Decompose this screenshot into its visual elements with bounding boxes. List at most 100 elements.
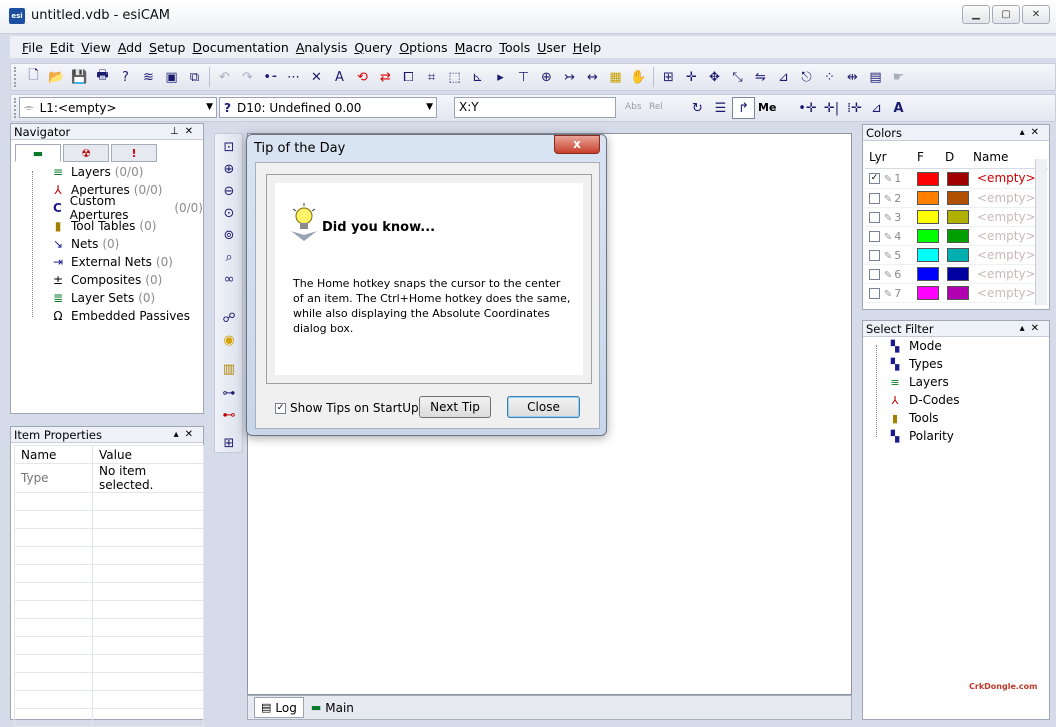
print-icon[interactable]: 🖶 bbox=[91, 66, 114, 88]
menu-tools[interactable]: Tools bbox=[499, 40, 530, 55]
undo-icon[interactable]: ↶ bbox=[213, 66, 236, 88]
dimension-icon[interactable]: ⊶ bbox=[219, 384, 239, 404]
minimize-button[interactable]: ▁ bbox=[962, 5, 990, 24]
paint-icon[interactable]: ✋ bbox=[627, 66, 650, 88]
fill-swatch[interactable] bbox=[917, 209, 939, 224]
zoom-in-icon[interactable]: ⊕ bbox=[219, 160, 239, 180]
tab-errors[interactable]: ! bbox=[111, 144, 157, 162]
menu-file[interactable]: File bbox=[22, 40, 43, 55]
zoom-window-icon[interactable]: ⊡ bbox=[219, 138, 239, 158]
menu-help[interactable]: Help bbox=[573, 40, 602, 55]
filter-mode[interactable]: ▚ Mode bbox=[887, 337, 942, 355]
color-row[interactable]: ✎ 7 <empty> bbox=[865, 283, 1048, 303]
link-icon[interactable]: ⇹ bbox=[841, 66, 864, 88]
connect-icon[interactable]: ↔ bbox=[581, 66, 604, 88]
binoculars-icon[interactable]: ☍ bbox=[219, 309, 239, 329]
dark-swatch[interactable] bbox=[947, 171, 969, 186]
nav-item-layers[interactable]: ≡ Layers (0/0) bbox=[49, 163, 143, 181]
scatter-icon[interactable]: ⁘ bbox=[818, 66, 841, 88]
glasses-icon[interactable]: ∞ bbox=[219, 270, 239, 290]
menu-documentation[interactable]: Documentation bbox=[192, 40, 288, 55]
dark-swatch[interactable] bbox=[947, 190, 969, 205]
nav-item-nets[interactable]: ↘ Nets (0) bbox=[49, 235, 119, 253]
zoom-out-icon[interactable]: ⊖ bbox=[219, 182, 239, 202]
tab-board[interactable]: ▬ bbox=[15, 144, 61, 162]
copy-icon[interactable]: ⧠ bbox=[397, 66, 420, 88]
step-icon[interactable]: ▸ bbox=[489, 66, 512, 88]
menu-edit[interactable]: Edit bbox=[50, 40, 74, 55]
window-icon[interactable]: ▣ bbox=[160, 66, 183, 88]
zoom-fit-icon[interactable]: ⊙ bbox=[219, 204, 239, 224]
target-icon[interactable]: ◉ bbox=[219, 331, 239, 351]
save-icon[interactable]: 💾 bbox=[68, 66, 91, 88]
next-tip-button[interactable]: Next Tip bbox=[419, 396, 491, 418]
text-edit-icon[interactable]: A bbox=[887, 97, 910, 119]
panel-controls[interactable]: ⊥✕ bbox=[170, 124, 199, 140]
drc-icon[interactable]: ⊷ bbox=[219, 406, 239, 426]
crop-icon[interactable]: ⌗ bbox=[420, 66, 443, 88]
nav-item-composites[interactable]: ± Composites (0) bbox=[49, 271, 162, 289]
move-icon[interactable]: ✥ bbox=[703, 66, 726, 88]
mirror-icon[interactable]: ⇋ bbox=[749, 66, 772, 88]
filter-tools[interactable]: ▮ Tools bbox=[887, 409, 939, 427]
menu-view[interactable]: View bbox=[81, 40, 111, 55]
color-row[interactable]: ✎ 6 <empty> bbox=[865, 264, 1048, 284]
pin-icon[interactable]: ↣ bbox=[558, 66, 581, 88]
visibility-checkbox[interactable] bbox=[869, 249, 880, 261]
new-file-icon[interactable]: 🗋 bbox=[22, 66, 45, 88]
lead-icon[interactable]: ⊿ bbox=[772, 66, 795, 88]
panel-controls[interactable]: ▴✕ bbox=[174, 427, 199, 443]
toolbar-grip[interactable] bbox=[14, 98, 18, 118]
point-line-icon[interactable]: ✛| bbox=[820, 97, 843, 119]
node-icon[interactable]: •⁃ bbox=[259, 66, 282, 88]
close-button[interactable]: Close bbox=[507, 396, 580, 418]
visibility-checkbox[interactable]: ✓ bbox=[869, 173, 880, 185]
menu-options[interactable]: Options bbox=[399, 40, 447, 55]
panel-controls[interactable]: ▴✕ bbox=[1020, 321, 1045, 337]
frame-icon[interactable]: ⬚ bbox=[443, 66, 466, 88]
nav-item-tool-tables[interactable]: ▮ Tool Tables (0) bbox=[49, 217, 157, 235]
menu-user[interactable]: User bbox=[537, 40, 566, 55]
color-row[interactable]: ✎ 2 <empty> bbox=[865, 188, 1048, 208]
fill-swatch[interactable] bbox=[917, 247, 939, 262]
show-tips-checkbox[interactable]: ✓ Show Tips on StartUp bbox=[275, 401, 419, 415]
menu-setup[interactable]: Setup bbox=[149, 40, 185, 55]
snap-icon[interactable]: ↻ bbox=[686, 97, 709, 119]
add-point-icon[interactable]: ✛ bbox=[680, 66, 703, 88]
rel-toggle[interactable]: Rel bbox=[649, 102, 663, 112]
visibility-checkbox[interactable] bbox=[869, 268, 880, 280]
panel-controls[interactable]: ▴✕ bbox=[1020, 125, 1045, 141]
fill-swatch[interactable] bbox=[917, 190, 939, 205]
corner-icon[interactable]: ↱ bbox=[732, 97, 755, 119]
open-folder-icon[interactable]: 📂 bbox=[45, 66, 68, 88]
zoom-all-icon[interactable]: ⊚ bbox=[219, 226, 239, 246]
colors-scrollbar[interactable] bbox=[1035, 159, 1047, 305]
ruler-icon[interactable]: ⊿ bbox=[865, 97, 888, 119]
dialog-close-button[interactable]: x bbox=[554, 135, 600, 154]
toolbar-grip[interactable] bbox=[14, 67, 18, 87]
measure-icon[interactable]: ▥ bbox=[219, 360, 239, 380]
stamp-icon[interactable]: ⊤ bbox=[512, 66, 535, 88]
tab-log[interactable]: ▤ Log bbox=[254, 697, 304, 718]
route-icon[interactable]: ⎋ bbox=[795, 66, 818, 88]
nav-item-embedded-passives[interactable]: Ω Embedded Passives bbox=[49, 307, 190, 325]
dark-swatch[interactable] bbox=[947, 228, 969, 243]
menu-add[interactable]: Add bbox=[118, 40, 142, 55]
grid-icon[interactable]: ▦ bbox=[604, 66, 627, 88]
filter-polarity[interactable]: ▚ Polarity bbox=[887, 427, 954, 445]
fill-swatch[interactable] bbox=[917, 171, 939, 186]
color-row[interactable]: ✓ ✎ 1 <empty> bbox=[865, 169, 1048, 189]
visibility-checkbox[interactable] bbox=[869, 287, 880, 299]
dotted-cross-icon[interactable]: ⁞✛ bbox=[843, 97, 866, 119]
abs-toggle[interactable]: Abs bbox=[625, 102, 642, 112]
scale-icon[interactable]: ⤡ bbox=[726, 66, 749, 88]
report-icon[interactable]: ▤ bbox=[864, 66, 887, 88]
menu-query[interactable]: Query bbox=[354, 40, 392, 55]
coordinate-input[interactable]: X:Y bbox=[454, 97, 616, 118]
layer-combo[interactable]: ⌯ L1:<empty> ▼ bbox=[19, 97, 217, 118]
help-icon[interactable]: ? bbox=[114, 66, 137, 88]
delete-icon[interactable]: ✕ bbox=[305, 66, 328, 88]
close-window-button[interactable]: ✕ bbox=[1022, 5, 1050, 24]
me-button[interactable]: Me bbox=[758, 101, 776, 114]
nav-item-custom-apertures[interactable]: C Custom Apertures (0/0) bbox=[49, 194, 203, 222]
